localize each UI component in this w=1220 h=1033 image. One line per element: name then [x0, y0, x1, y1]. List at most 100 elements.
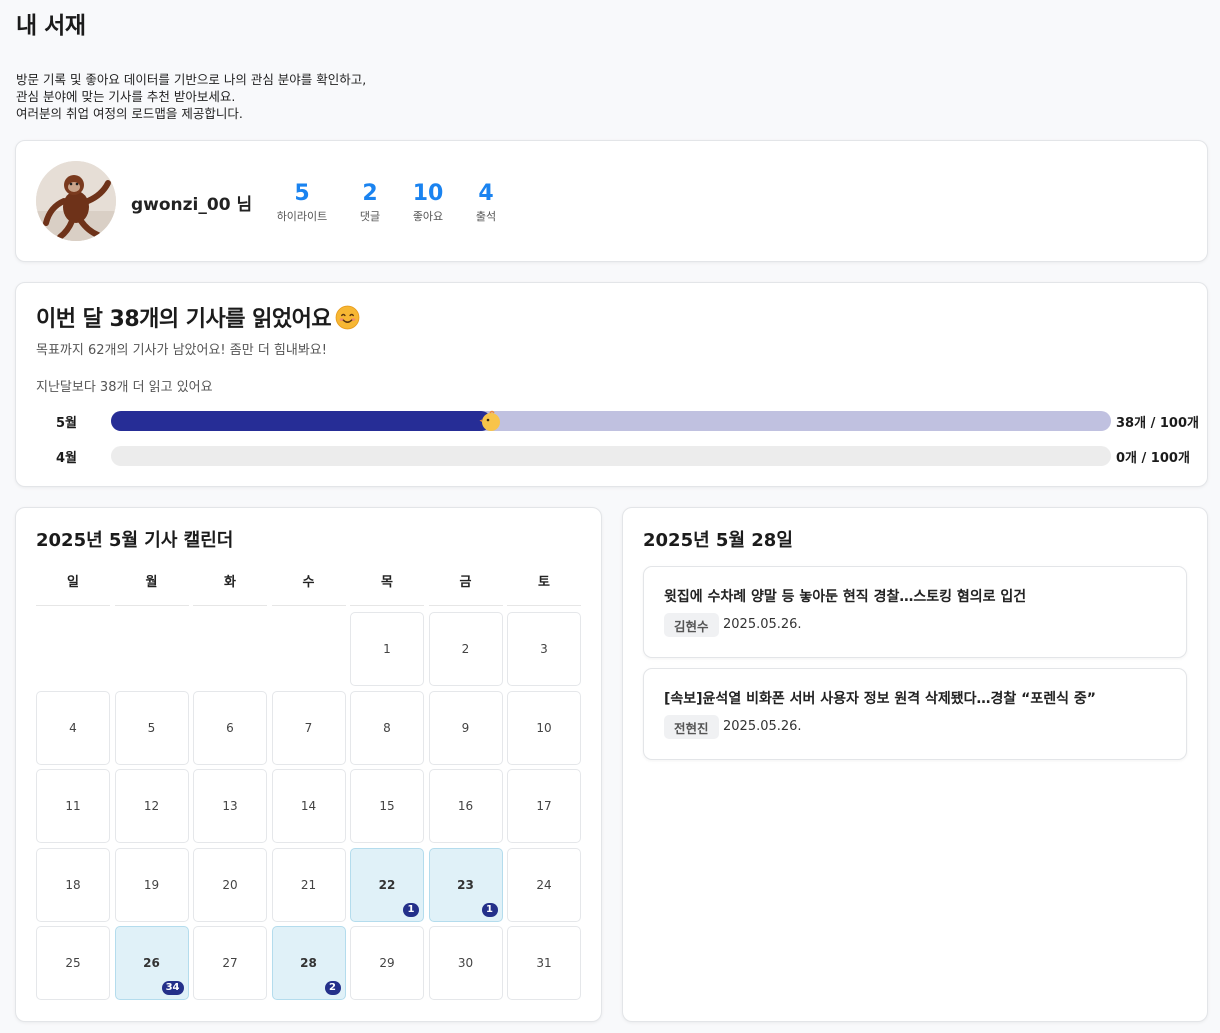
calendar-day[interactable]: 26 34	[114, 926, 189, 1000]
weekday-label: 금	[428, 568, 503, 606]
intro-line: 방문 기록 및 좋아요 데이터를 기반으로 나의 관심 분야를 확인하고,	[16, 72, 367, 87]
calendar-day[interactable]: 25	[36, 926, 110, 1000]
intro-line: 관심 분야에 맞는 기사를 추천 받아보세요.	[16, 89, 236, 104]
calendar-day[interactable]: 9	[428, 690, 503, 765]
article-date: 2025.05.26.	[723, 617, 802, 632]
reading-progress-card: 이번 달 38개의 기사를 읽었어요 목표까지 62개의 기사가 남았어요! 좀…	[15, 282, 1208, 487]
day-number: 21	[300, 877, 317, 892]
calendar-day[interactable]: 15	[350, 769, 424, 843]
weekday-label: 화	[193, 568, 267, 606]
calendar-day[interactable]: 8	[350, 690, 424, 765]
day-number: 4	[69, 720, 77, 735]
calendar-day[interactable]: 14	[271, 769, 346, 843]
calendar-day[interactable]: 22 1	[350, 847, 424, 922]
reading-compare: 지난달보다 38개 더 읽고 있어요	[36, 380, 213, 395]
progress-row-may: 5월 38개 / 100개	[36, 410, 1199, 431]
day-number: 13	[222, 799, 238, 813]
progress-track	[111, 410, 1111, 431]
day-number: 3	[540, 642, 548, 656]
day-number: 12	[143, 799, 160, 813]
calendar-day[interactable]: 1	[350, 612, 424, 686]
stat-value: 5	[294, 181, 310, 206]
calendar-day[interactable]: 3	[507, 612, 581, 686]
calendar-day[interactable]: 13	[193, 769, 267, 843]
weekday-label: 목	[350, 568, 424, 606]
calendar-day[interactable]: 4	[36, 690, 110, 765]
calendar-day[interactable]: 30	[428, 926, 503, 1000]
article-card[interactable]: 윗집에 수차례 양말 등 놓아둔 현직 경찰…스토킹 혐의로 입건 김현수 20…	[643, 566, 1187, 658]
calendar-day[interactable]: 12	[114, 769, 189, 843]
avatar[interactable]	[36, 161, 116, 241]
day-number: 16	[457, 799, 474, 813]
calendar-day[interactable]: 27	[193, 926, 267, 1000]
calendar-day[interactable]: 2	[428, 612, 503, 686]
progress-fill	[111, 411, 491, 431]
article-author: 김현수	[664, 613, 719, 637]
day-number: 20	[222, 877, 238, 892]
day-number: 1	[383, 642, 391, 656]
article-count-badge: 34	[161, 981, 184, 995]
day-number: 14	[300, 799, 317, 813]
calendar-title: 2025년 5월 기사 캘린더	[36, 530, 234, 551]
calendar-day[interactable]: 19	[114, 847, 189, 922]
calendar-day[interactable]: 21	[271, 847, 346, 922]
day-number: 11	[65, 799, 81, 813]
stat-highlights[interactable]: 5 하이라이트	[267, 181, 337, 224]
orangutan-plush-icon	[36, 161, 116, 241]
calendar-day[interactable]: 10	[507, 690, 581, 765]
calendar-day[interactable]: 17	[507, 769, 581, 843]
article-title[interactable]: [속보]윤석열 비화폰 서버 사용자 정보 원격 삭제됐다…경찰 “포렌식 중”	[664, 688, 1096, 708]
day-number: 5	[147, 720, 156, 735]
stat-label: 출석	[475, 210, 497, 223]
progress-month: 4월	[56, 451, 78, 466]
day-number: 7	[304, 720, 313, 735]
calendar-day[interactable]: 18	[36, 847, 110, 922]
calendar-day[interactable]: 31	[507, 926, 581, 1000]
day-number: 19	[143, 877, 160, 892]
day-number: 28	[300, 956, 317, 970]
reading-title-text: 이번 달 38개의 기사를 읽었어요	[36, 307, 332, 332]
calendar-day[interactable]: 7	[271, 690, 346, 765]
day-number: 22	[378, 877, 396, 892]
day-number: 8	[383, 720, 391, 735]
day-number: 24	[536, 877, 552, 892]
weekday-label: 수	[271, 568, 346, 606]
day-number: 17	[536, 799, 552, 813]
reading-title: 이번 달 38개의 기사를 읽었어요	[36, 301, 360, 333]
profile-card: gwonzi_00 님 5 하이라이트 2 댓글 10 좋아요 4 출석	[15, 140, 1208, 262]
article-title[interactable]: 윗집에 수차례 양말 등 놓아둔 현직 경찰…스토킹 혐의로 입건	[664, 586, 1026, 606]
article-count-badge: 1	[481, 902, 498, 917]
stat-label: 하이라이트	[276, 210, 328, 223]
day-number: 9	[461, 720, 470, 735]
calendar-day[interactable]: 24	[507, 847, 581, 922]
article-count-badge: 1	[403, 902, 419, 917]
day-number: 15	[379, 799, 395, 813]
calendar-day[interactable]: 16	[428, 769, 503, 843]
stat-attendance[interactable]: 4 출석	[451, 181, 521, 224]
progress-count: 0개 / 100개	[1116, 451, 1190, 466]
day-number: 26	[143, 956, 160, 970]
intro-text: 방문 기록 및 좋아요 데이터를 기반으로 나의 관심 분야를 확인하고, 관심…	[16, 71, 366, 122]
weekday-label: 일	[36, 568, 110, 606]
calendar-day[interactable]: 6	[193, 690, 267, 765]
day-number: 25	[65, 956, 81, 970]
calendar-day[interactable]: 23 1	[428, 847, 503, 922]
day-number: 18	[65, 877, 81, 892]
progress-row-april: 4월 0개 / 100개	[36, 446, 1196, 466]
article-author: 전현진	[664, 715, 719, 739]
article-count-badge: 2	[324, 981, 341, 995]
username: gwonzi_00 님	[131, 195, 253, 215]
calendar-day[interactable]: 28 2	[271, 926, 346, 1000]
article-card[interactable]: [속보]윤석열 비화폰 서버 사용자 정보 원격 삭제됐다…경찰 “포렌식 중”…	[643, 668, 1187, 760]
chick-icon	[479, 410, 500, 431]
intro-line: 여러분의 취업 여정의 로드맵을 제공합니다.	[16, 106, 243, 121]
page-title: 내 서재	[16, 13, 86, 39]
day-number: 30	[457, 956, 474, 970]
stat-value: 4	[478, 181, 494, 206]
calendar-day[interactable]: 11	[36, 769, 110, 843]
smiling-face-icon	[335, 305, 360, 329]
calendar-day[interactable]: 29	[350, 926, 424, 1000]
detail-date-title: 2025년 5월 28일	[643, 530, 793, 551]
calendar-day[interactable]: 5	[114, 690, 189, 765]
calendar-day[interactable]: 20	[193, 847, 267, 922]
